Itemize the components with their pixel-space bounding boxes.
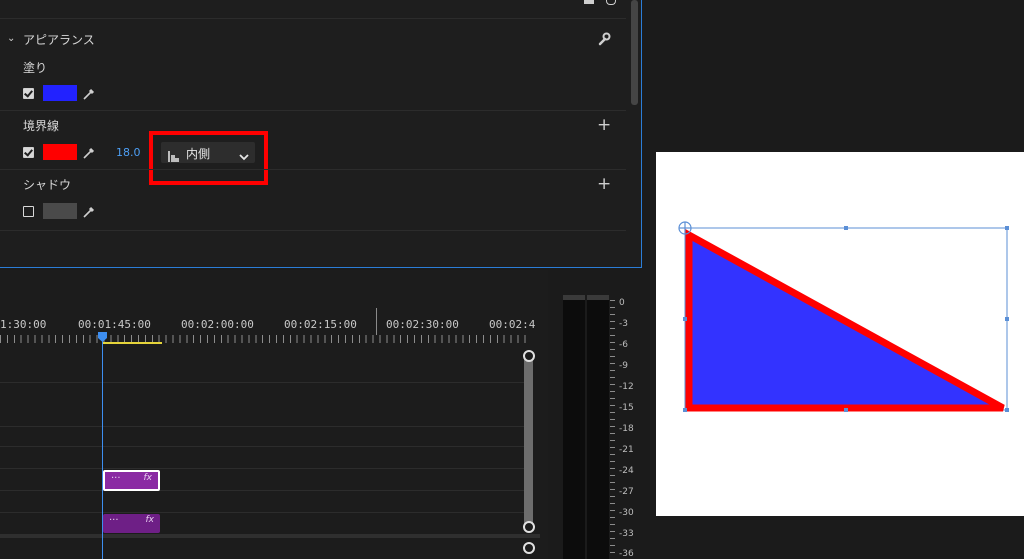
fx-icon: fx xyxy=(145,515,155,525)
timecode-label: 00:01:45:00 xyxy=(78,318,151,331)
db-scale-label: -36 xyxy=(619,549,634,559)
clip-handle: ··· xyxy=(109,515,119,526)
timecode-label: 00:02:30:00 xyxy=(386,318,459,331)
shadow-color-swatch[interactable] xyxy=(43,203,77,219)
stroke-width-value[interactable]: 18.0 xyxy=(116,146,141,159)
fx-icon: fx xyxy=(143,473,153,483)
transform-handle[interactable] xyxy=(1005,317,1009,321)
transform-handle[interactable] xyxy=(844,226,848,230)
fill-checkbox[interactable] xyxy=(23,88,34,99)
section-title-appearance: アピアランス xyxy=(23,33,95,47)
triangle-shape[interactable] xyxy=(685,229,1005,412)
transform-handle[interactable] xyxy=(683,408,687,412)
program-canvas[interactable] xyxy=(656,152,1024,516)
timecode-label: 00:02:4 xyxy=(489,318,536,331)
program-monitor xyxy=(645,0,1024,559)
meter-tick-strip xyxy=(610,300,615,559)
meter-channel-left xyxy=(563,295,585,559)
timecode-label: 00:02:00:00 xyxy=(181,318,254,331)
track-divider xyxy=(0,534,540,538)
db-scale-label: -6 xyxy=(619,340,628,350)
db-scale-label: -21 xyxy=(619,445,634,455)
meter-peak-left xyxy=(563,295,585,300)
db-scale-label: -15 xyxy=(619,403,634,413)
timecode-label: 00:02:15:00 xyxy=(284,318,357,331)
fill-label: 塗り xyxy=(23,61,48,75)
db-scale-label: -30 xyxy=(619,508,634,518)
audio-meter: 0 -3 -6 -9 -12 -15 -18 -21 -24 -27 -30 -… xyxy=(552,270,644,559)
transform-handle[interactable] xyxy=(1005,226,1009,230)
stroke-checkbox[interactable] xyxy=(23,147,34,158)
work-area-marker xyxy=(376,308,377,335)
timeline-vertical-scrollbar[interactable] xyxy=(524,354,533,528)
in-out-range-bar xyxy=(103,342,162,344)
wrench-icon[interactable] xyxy=(597,31,611,46)
scroll-handle-bottom[interactable] xyxy=(523,521,535,533)
time-ruler[interactable] xyxy=(0,335,528,343)
collapse-chevron-icon[interactable]: ⌄ xyxy=(7,33,15,44)
stroke-eyedropper-icon[interactable] xyxy=(82,145,96,159)
transform-handle[interactable] xyxy=(683,317,687,321)
fill-eyedropper-icon[interactable] xyxy=(82,86,96,100)
panel-scrollbar[interactable] xyxy=(631,0,638,105)
db-scale-label: -33 xyxy=(619,529,634,539)
transform-handle[interactable] xyxy=(1005,408,1009,412)
add-shadow-plus-icon[interactable]: + xyxy=(597,176,611,193)
shadow-checkbox[interactable] xyxy=(23,206,34,217)
panel-options-icon[interactable] xyxy=(606,0,616,5)
db-scale-label: -9 xyxy=(619,361,628,371)
db-scale-label: -27 xyxy=(619,487,634,497)
timecode-label: 1:30:00 xyxy=(0,318,47,331)
stroke-color-swatch[interactable] xyxy=(43,144,77,160)
db-scale-label: -24 xyxy=(619,466,634,476)
transform-handle[interactable] xyxy=(844,408,848,412)
highlight-rectangle xyxy=(149,131,268,185)
meter-channel-right xyxy=(587,295,609,559)
playhead-line xyxy=(102,340,103,559)
stroke-label: 境界線 xyxy=(23,119,60,133)
scroll-handle-lower[interactable] xyxy=(523,542,535,554)
panel-menu-icon[interactable] xyxy=(584,0,594,4)
anchor-point-icon[interactable] xyxy=(678,221,692,235)
essential-graphics-panel: ⌄ アピアランス 塗り 境界線 + 18.0 内側 シャドウ + xyxy=(0,0,642,268)
scroll-handle-top[interactable] xyxy=(523,350,535,362)
clip-handle: ··· xyxy=(111,473,121,484)
meter-peak-right xyxy=(587,295,609,300)
shadow-eyedropper-icon[interactable] xyxy=(82,204,96,218)
graphic-clip[interactable]: ··· fx xyxy=(103,514,160,533)
add-stroke-plus-icon[interactable]: + xyxy=(597,117,611,134)
db-scale-label: -12 xyxy=(619,382,634,392)
shadow-label: シャドウ xyxy=(23,178,72,192)
fill-color-swatch[interactable] xyxy=(43,85,77,101)
db-scale-label: -18 xyxy=(619,424,634,434)
db-scale-label: -3 xyxy=(619,319,628,329)
timeline-panel: 1:30:00 00:01:45:00 00:02:00:00 00:02:15… xyxy=(0,270,548,559)
db-scale-label: 0 xyxy=(619,298,625,308)
graphic-clip-selected[interactable]: ··· fx xyxy=(103,470,160,491)
